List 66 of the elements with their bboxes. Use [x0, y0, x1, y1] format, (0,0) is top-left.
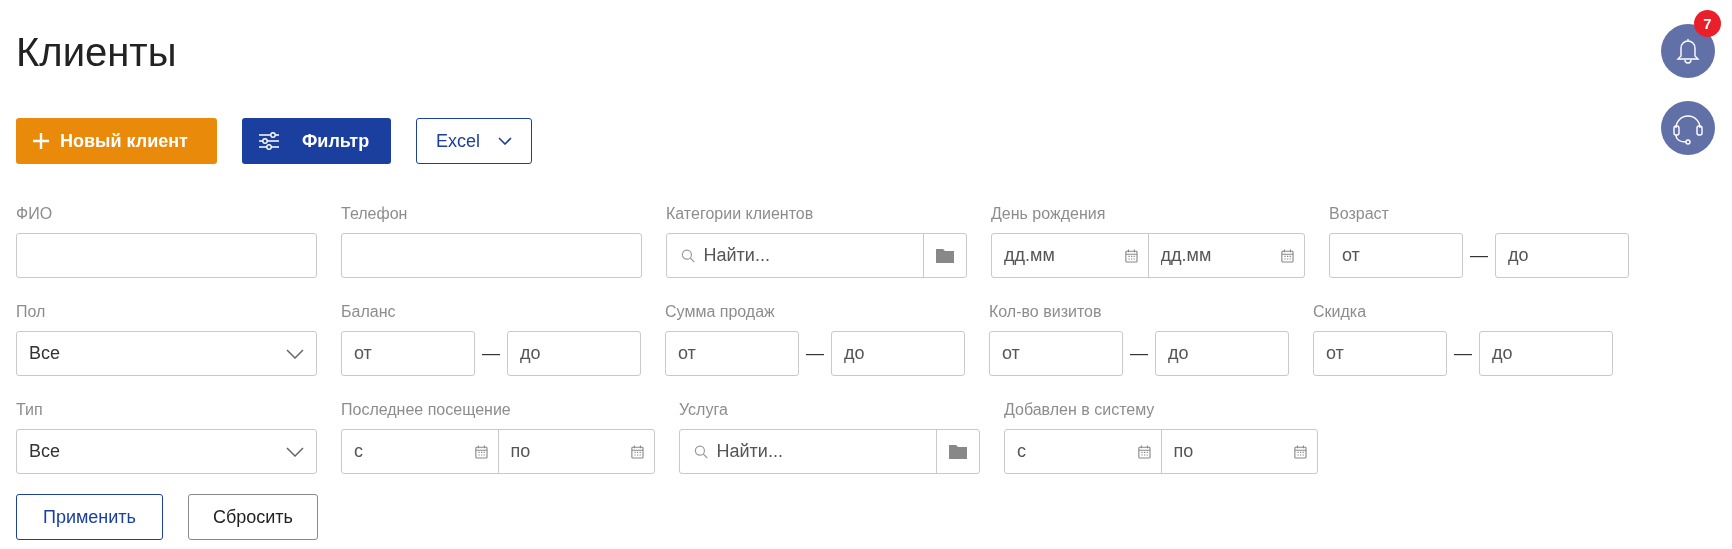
support-button[interactable] — [1661, 101, 1715, 155]
input-field[interactable]: до — [1155, 331, 1289, 376]
range-dash: — — [1129, 343, 1149, 364]
input-field[interactable] — [16, 233, 317, 278]
calendar-icon — [1124, 247, 1138, 264]
calendar-icon — [1137, 443, 1151, 460]
caret-icon — [286, 446, 304, 457]
date-field[interactable]: по — [1173, 436, 1289, 467]
field-label: Возраст — [1329, 204, 1390, 224]
search-field[interactable]: Найти... — [716, 436, 936, 467]
select-field[interactable]: Все — [16, 429, 317, 474]
field-label: Добавлен в систему — [1004, 400, 1156, 420]
field-label: Кол-во визитов — [989, 302, 1103, 322]
search-box[interactable]: Найти... — [679, 429, 980, 474]
search-icon — [681, 247, 696, 264]
select-field[interactable]: Все — [16, 331, 317, 376]
field-label: Скидка — [1313, 302, 1368, 322]
input-field[interactable]: от — [665, 331, 799, 376]
sliders-icon — [258, 131, 280, 151]
filter-button[interactable]: Фильтр — [242, 118, 391, 164]
field-label: ФИО — [16, 204, 54, 224]
caret-icon — [286, 348, 304, 359]
reset-button[interactable]: Сбросить — [188, 494, 318, 540]
input-field[interactable]: от — [989, 331, 1123, 376]
input-field[interactable]: до — [1495, 233, 1629, 278]
folder-icon — [949, 444, 967, 459]
input-field[interactable]: от — [1329, 233, 1463, 278]
calendar-icon — [1294, 443, 1307, 460]
input-field[interactable]: от — [1313, 331, 1447, 376]
date-field[interactable]: дд.мм — [1160, 240, 1276, 271]
calendar-icon — [1281, 247, 1294, 264]
date-field[interactable]: дд.мм — [1004, 240, 1119, 271]
field-label: Категории клиентов — [666, 204, 815, 224]
search-field[interactable]: Найти... — [703, 240, 923, 271]
input-field[interactable]: до — [1479, 331, 1613, 376]
input-field[interactable]: до — [507, 331, 641, 376]
field-label: Последнее посещение — [341, 400, 512, 420]
bell-icon — [1675, 37, 1701, 65]
range-dash: — — [481, 343, 501, 364]
notification-badge: 7 — [1694, 10, 1721, 37]
field-label: Тип — [16, 400, 44, 420]
plus-icon — [32, 132, 50, 150]
field-label: Сумма продаж — [665, 302, 776, 322]
input-field[interactable] — [341, 233, 642, 278]
calendar-icon — [474, 443, 488, 460]
field-label: Баланс — [341, 302, 397, 322]
excel-dropdown[interactable]: Excel — [416, 118, 532, 164]
page-title: Клиенты — [16, 29, 177, 76]
input-field[interactable]: до — [831, 331, 965, 376]
calendar-icon — [631, 443, 644, 460]
search-icon — [694, 443, 709, 460]
range-dash: — — [1453, 343, 1473, 364]
field-label: Услуга — [679, 400, 729, 420]
apply-button[interactable]: Применить — [16, 494, 163, 540]
caret-icon — [498, 137, 512, 145]
range-dash: — — [1469, 245, 1489, 266]
date-field[interactable]: по — [510, 436, 626, 467]
search-box[interactable]: Найти... — [666, 233, 967, 278]
field-label: Пол — [16, 302, 47, 322]
field-label: День рождения — [991, 204, 1107, 224]
date-field[interactable]: с — [1017, 436, 1132, 467]
range-dash: — — [805, 343, 825, 364]
folder-icon — [936, 248, 954, 263]
input-field[interactable]: от — [341, 331, 475, 376]
date-field[interactable]: с — [354, 436, 469, 467]
field-label: Телефон — [341, 204, 409, 224]
